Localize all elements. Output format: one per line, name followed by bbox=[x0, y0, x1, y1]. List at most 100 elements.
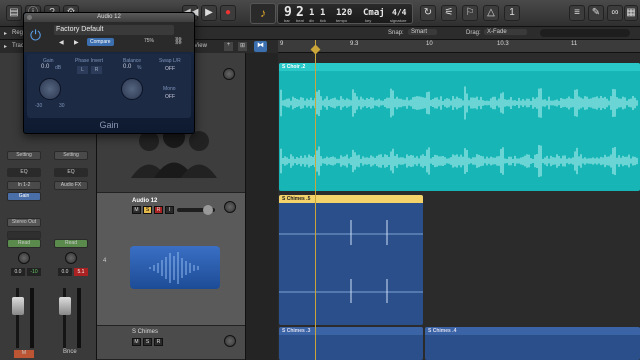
ruler-label: 9 bbox=[280, 41, 284, 47]
pan-knob[interactable] bbox=[18, 252, 30, 264]
input-slot[interactable]: In 1-2 bbox=[7, 181, 41, 190]
input-monitor-button[interactable]: I bbox=[165, 206, 174, 214]
audio-fx-slot[interactable]: Audio FX bbox=[54, 181, 88, 190]
track-header-chimes[interactable]: S Chimes M S R bbox=[97, 326, 245, 360]
phase-invert-left-button[interactable]: L bbox=[77, 66, 88, 74]
close-icon[interactable] bbox=[27, 15, 32, 20]
record-enable-button[interactable]: R bbox=[154, 338, 163, 346]
metronome-icon[interactable]: △ bbox=[483, 5, 499, 21]
automation-mode[interactable]: Read bbox=[7, 239, 41, 248]
ruler-label: 10 bbox=[426, 41, 433, 47]
zoom-slider[interactable] bbox=[540, 29, 630, 37]
phase-invert-label: Phase Invert bbox=[75, 58, 104, 64]
volume-fader[interactable] bbox=[59, 297, 71, 315]
eq-display[interactable]: EQ bbox=[7, 168, 41, 177]
mute-button[interactable]: M bbox=[132, 206, 141, 214]
disclosure-icon[interactable]: ▸ bbox=[4, 43, 7, 50]
record-enable-button[interactable]: R bbox=[154, 206, 163, 214]
pan-knob[interactable] bbox=[65, 252, 77, 264]
choir-waveform bbox=[280, 86, 638, 177]
plugin-controls: Gain 0.0 dB -30 30 Phase Invert L R Bala… bbox=[27, 54, 191, 118]
gain-knob[interactable] bbox=[39, 78, 61, 100]
next-preset-icon[interactable]: ▶ bbox=[74, 39, 79, 46]
lcd-tempo-label: tempo bbox=[336, 18, 348, 23]
snap-track-icon[interactable]: ⊞ bbox=[238, 42, 247, 51]
replace-icon[interactable]: ⚐ bbox=[462, 5, 478, 21]
region-chimes3[interactable]: S Chimes .3 bbox=[279, 327, 423, 360]
gain-value[interactable]: 0.0 bbox=[41, 64, 49, 70]
region-chimes4[interactable]: S Chimes .4 bbox=[425, 327, 640, 360]
play-icon[interactable]: ▶ bbox=[201, 5, 217, 21]
preset-menu[interactable]: Factory Default bbox=[54, 25, 174, 35]
snap-select[interactable]: Smart bbox=[408, 29, 438, 35]
catch-playhead-icon[interactable]: ⧓ bbox=[254, 41, 267, 52]
record-icon[interactable]: ● bbox=[220, 5, 236, 21]
phase-invert-right-button[interactable]: R bbox=[91, 66, 102, 74]
playhead[interactable] bbox=[315, 40, 316, 360]
region-chimes5[interactable]: S Chimes .5 bbox=[279, 195, 423, 325]
browser-icon[interactable]: ▦ bbox=[624, 5, 638, 21]
notepad-icon[interactable]: ✎ bbox=[588, 5, 604, 21]
plugin-slot-gain[interactable]: Gain bbox=[7, 192, 41, 201]
list-editors-icon[interactable]: ≡ bbox=[569, 5, 585, 21]
output-slot[interactable]: Stereo Out bbox=[7, 218, 41, 227]
volume-value: 0.0 bbox=[58, 268, 72, 276]
add-track-icon[interactable]: + bbox=[224, 42, 233, 51]
pan-knob[interactable] bbox=[224, 201, 236, 213]
count-in-icon[interactable]: 1 bbox=[504, 5, 520, 21]
drag-select[interactable]: X-Fade bbox=[484, 29, 527, 35]
view-menu[interactable]: View bbox=[194, 43, 207, 49]
plugin-titlebar[interactable]: Audio 12 bbox=[24, 13, 194, 22]
ruler-label: 9.3 bbox=[350, 41, 359, 47]
volume-fader[interactable] bbox=[12, 297, 24, 315]
region-choir[interactable]: S Choir .2 bbox=[279, 63, 640, 191]
bar-ruler[interactable]: 9 9.3 10 10.3 11 bbox=[278, 40, 640, 53]
swap-value[interactable]: OFF bbox=[165, 66, 175, 72]
tuning-icon[interactable]: ⚟ bbox=[441, 5, 457, 21]
volume-value: 0.0 bbox=[11, 268, 25, 276]
gain-scale-max: 30 bbox=[59, 103, 65, 109]
volume-knob[interactable] bbox=[223, 68, 235, 80]
chimes-waveform bbox=[279, 220, 423, 303]
track-header-audio12[interactable]: Audio 12 M S R I 4 bbox=[97, 193, 245, 326]
pan-knob[interactable] bbox=[224, 335, 236, 347]
solo-button[interactable]: S bbox=[143, 206, 152, 214]
power-icon[interactable]: ⏻ bbox=[30, 27, 41, 44]
balance-value[interactable]: 0.0 bbox=[123, 64, 131, 70]
mute-button[interactable]: M bbox=[132, 338, 141, 346]
lcd-tempo: 120 bbox=[336, 8, 353, 18]
loop-browser-icon[interactable]: ∞ bbox=[607, 5, 623, 21]
previous-preset-icon[interactable]: ◀ bbox=[59, 39, 64, 46]
setting-button[interactable]: Setting bbox=[54, 151, 88, 160]
solo-button[interactable]: S bbox=[143, 338, 152, 346]
track-name[interactable]: S Chimes bbox=[132, 329, 158, 335]
volume-slider-thumb[interactable] bbox=[203, 205, 213, 215]
link-icon[interactable]: ⛓ bbox=[174, 37, 183, 45]
mono-value[interactable]: OFF bbox=[165, 94, 175, 100]
compare-button[interactable]: Compare bbox=[87, 38, 114, 46]
peak-value: 5.1 bbox=[74, 268, 88, 276]
lcd-signature-label: signature bbox=[390, 18, 407, 23]
library-icon[interactable]: ▤ bbox=[6, 5, 22, 21]
plugin-window-gain: Audio 12 ⏻ Factory Default ◀ ▶ Compare 7… bbox=[23, 12, 195, 134]
group-slot[interactable] bbox=[7, 231, 41, 239]
lcd-tick-label: tick bbox=[320, 18, 326, 23]
setting-button[interactable]: Setting bbox=[7, 151, 41, 160]
tracks-area[interactable]: S Choir .2 S Chimes .5 S Chimes .3 S Chi… bbox=[278, 53, 640, 360]
eq-display[interactable]: EQ bbox=[54, 168, 88, 177]
global-track-lane bbox=[245, 53, 278, 360]
ruler-label: 11 bbox=[571, 41, 578, 47]
snap-label: Snap: bbox=[388, 30, 404, 36]
gain-scale-min: -30 bbox=[35, 103, 43, 109]
zoom-select[interactable]: 75% bbox=[144, 38, 154, 44]
balance-unit: % bbox=[137, 65, 142, 71]
tuner-icon[interactable]: ♪ bbox=[250, 3, 276, 24]
automation-mode[interactable]: Read bbox=[54, 239, 88, 248]
lcd-display[interactable]: 9 2 1 1 120 Cmaj 4/4 bar beat div tick t… bbox=[277, 3, 413, 24]
mute-button[interactable]: M bbox=[14, 350, 34, 358]
cycle-icon[interactable]: ↻ bbox=[420, 5, 436, 21]
disclosure-icon[interactable]: ▸ bbox=[4, 30, 7, 37]
balance-knob[interactable] bbox=[121, 78, 143, 100]
track-name[interactable]: Audio 12 bbox=[132, 198, 157, 204]
lcd-beat-label: beat bbox=[296, 18, 304, 23]
